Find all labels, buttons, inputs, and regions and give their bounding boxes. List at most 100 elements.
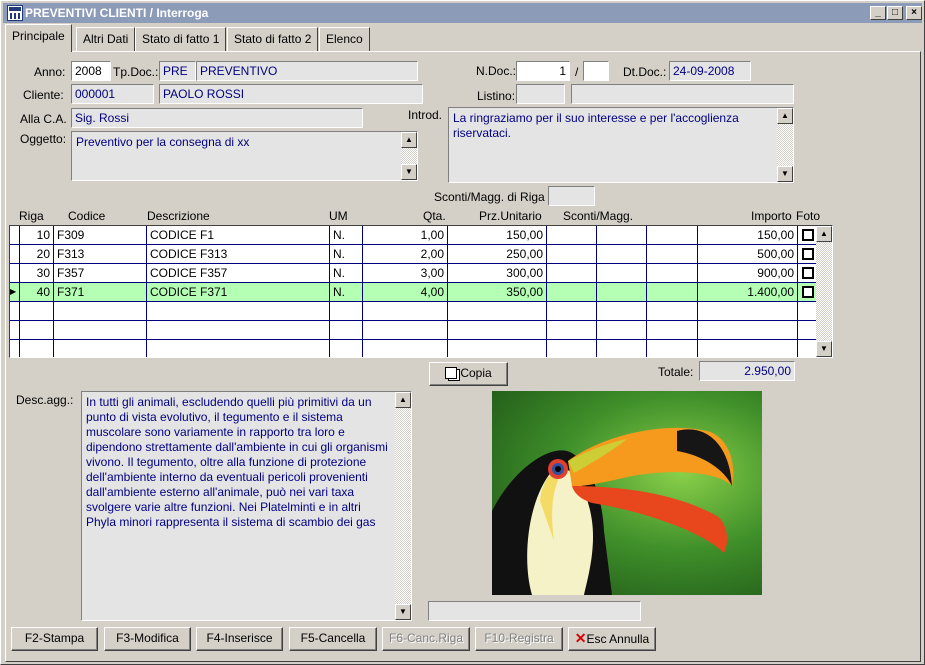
cell-codice[interactable]: F371	[54, 283, 147, 302]
cell-sconti2[interactable]	[597, 302, 647, 321]
cell-sconti3[interactable]	[647, 321, 698, 340]
tab-altri-dati[interactable]: Altri Dati	[76, 27, 136, 51]
foto-checkbox[interactable]	[802, 229, 814, 241]
cell-importo[interactable]: 500,00	[698, 245, 798, 264]
cell-riga[interactable]: 40	[20, 283, 54, 302]
maximize-button[interactable]: □	[887, 6, 903, 20]
scroll-up-arrow-icon[interactable]: ▲	[395, 392, 411, 408]
scroll-down-arrow-icon[interactable]: ▼	[395, 604, 411, 620]
cell-qta[interactable]: 1,00	[363, 226, 448, 245]
cell-codice[interactable]: F309	[54, 226, 147, 245]
cell-codice[interactable]	[54, 340, 147, 357]
cell-codice[interactable]: F357	[54, 264, 147, 283]
cell-qta[interactable]	[363, 302, 448, 321]
cell-um[interactable]	[330, 321, 363, 340]
desc-agg-scrollbar[interactable]: ▲ ▼	[395, 392, 411, 620]
table-row[interactable]	[10, 340, 816, 357]
cell-riga[interactable]	[20, 302, 54, 321]
cell-sconti3[interactable]	[647, 226, 698, 245]
alla-ca-field[interactable]: Sig. Rossi	[71, 108, 363, 128]
cell-sconti3[interactable]	[647, 340, 698, 357]
desc-agg-field[interactable]: In tutti gli animali, escludendo quelli …	[81, 391, 412, 621]
cancella-button[interactable]: F5-Cancella	[289, 627, 377, 651]
cell-importo[interactable]: 900,00	[698, 264, 798, 283]
stampa-button[interactable]: F2-Stampa	[11, 627, 98, 651]
modifica-button[interactable]: F3-Modifica	[104, 627, 191, 651]
cell-importo[interactable]	[698, 321, 798, 340]
table-row[interactable]: 20 F313 CODICE F313 N. 2,00 250,00 500,00	[10, 245, 816, 264]
cell-sconti3[interactable]	[647, 245, 698, 264]
copia-button[interactable]: Copia	[429, 362, 508, 386]
cell-riga[interactable]	[20, 321, 54, 340]
table-row[interactable]: ▶ 40 F371 CODICE F371 N. 4,00 350,00 1.400,00	[10, 283, 816, 302]
cell-qta[interactable]: 4,00	[363, 283, 448, 302]
cell-descrizione[interactable]: CODICE F371	[147, 283, 330, 302]
cell-importo[interactable]: 150,00	[698, 226, 798, 245]
cell-um[interactable]: N.	[330, 226, 363, 245]
introd-scrollbar[interactable]: ▲ ▼	[777, 108, 793, 182]
cell-descrizione[interactable]	[147, 340, 330, 357]
oggetto-field[interactable]: Preventivo per la consegna di xx ▲ ▼	[71, 131, 418, 181]
listino-desc-field[interactable]	[571, 84, 794, 104]
cell-riga[interactable]: 10	[20, 226, 54, 245]
cell-importo[interactable]	[698, 340, 798, 357]
cell-sconti1[interactable]	[547, 302, 597, 321]
cell-um[interactable]: N.	[330, 283, 363, 302]
tpdoc-code-field[interactable]: PRE	[159, 61, 196, 81]
cell-sconti2[interactable]	[597, 283, 647, 302]
cell-sconti1[interactable]	[547, 245, 597, 264]
cell-descrizione[interactable]	[147, 321, 330, 340]
cell-um[interactable]	[330, 302, 363, 321]
cell-sconti2[interactable]	[597, 226, 647, 245]
photo-caption-field[interactable]	[428, 601, 641, 621]
foto-checkbox[interactable]	[802, 286, 814, 298]
cell-codice[interactable]	[54, 302, 147, 321]
cell-prezzo[interactable]	[448, 321, 547, 340]
cell-descrizione[interactable]: CODICE F313	[147, 245, 330, 264]
cell-descrizione[interactable]: CODICE F357	[147, 264, 330, 283]
cell-qta[interactable]: 2,00	[363, 245, 448, 264]
cell-sconti2[interactable]	[597, 321, 647, 340]
tpdoc-desc-field[interactable]: PREVENTIVO	[196, 61, 418, 81]
cell-um[interactable]	[330, 340, 363, 357]
tab-elenco[interactable]: Elenco	[319, 27, 370, 51]
cell-sconti1[interactable]	[547, 283, 597, 302]
listino-code-field[interactable]	[516, 84, 565, 104]
scroll-down-arrow-icon[interactable]: ▼	[777, 166, 793, 182]
annulla-button[interactable]: ✕Esc Annulla	[568, 627, 656, 651]
ndoc-suffix-field[interactable]	[583, 61, 609, 81]
cliente-code-field[interactable]: 000001	[71, 84, 154, 104]
inserisce-button[interactable]: F4-Inserisce	[196, 627, 283, 651]
cell-prezzo[interactable]	[448, 302, 547, 321]
cell-qta[interactable]	[363, 321, 448, 340]
title-bar[interactable]: PREVENTIVI CLIENTI / Interroga _ □ ×	[3, 3, 922, 23]
minimize-button[interactable]: _	[870, 6, 886, 20]
tab-stato-di-fatto-2[interactable]: Stato di fatto 2	[227, 27, 319, 51]
cell-prezzo[interactable]: 350,00	[448, 283, 547, 302]
cell-prezzo[interactable]	[448, 340, 547, 357]
cell-prezzo[interactable]: 250,00	[448, 245, 547, 264]
scroll-up-arrow-icon[interactable]: ▲	[401, 132, 417, 148]
righe-grid[interactable]: 10 F309 CODICE F1 N. 1,00 150,00 150,00 20 F313 C…	[9, 225, 833, 358]
cell-sconti3[interactable]	[647, 283, 698, 302]
cell-sconti2[interactable]	[597, 264, 647, 283]
scroll-up-arrow-icon[interactable]: ▲	[816, 226, 832, 242]
cell-qta[interactable]: 3,00	[363, 264, 448, 283]
cell-sconti2[interactable]	[597, 340, 647, 357]
cell-um[interactable]: N.	[330, 245, 363, 264]
anno-field[interactable]: 2008	[71, 61, 111, 81]
table-row[interactable]: 10 F309 CODICE F1 N. 1,00 150,00 150,00	[10, 226, 816, 245]
cell-descrizione[interactable]	[147, 302, 330, 321]
cell-riga[interactable]: 20	[20, 245, 54, 264]
registra-button[interactable]: F10-Registra	[475, 627, 563, 651]
introd-field[interactable]: La ringraziamo per il suo interesse e pe…	[448, 107, 794, 183]
cliente-name-field[interactable]: PAOLO ROSSI	[159, 84, 423, 104]
sconti-riga-field[interactable]	[548, 186, 595, 206]
cell-importo[interactable]: 1.400,00	[698, 283, 798, 302]
oggetto-scrollbar[interactable]: ▲ ▼	[401, 132, 417, 180]
cell-codice[interactable]: F313	[54, 245, 147, 264]
foto-checkbox[interactable]	[802, 267, 814, 279]
cell-sconti3[interactable]	[647, 264, 698, 283]
scroll-down-arrow-icon[interactable]: ▼	[401, 164, 417, 180]
cell-qta[interactable]	[363, 340, 448, 357]
